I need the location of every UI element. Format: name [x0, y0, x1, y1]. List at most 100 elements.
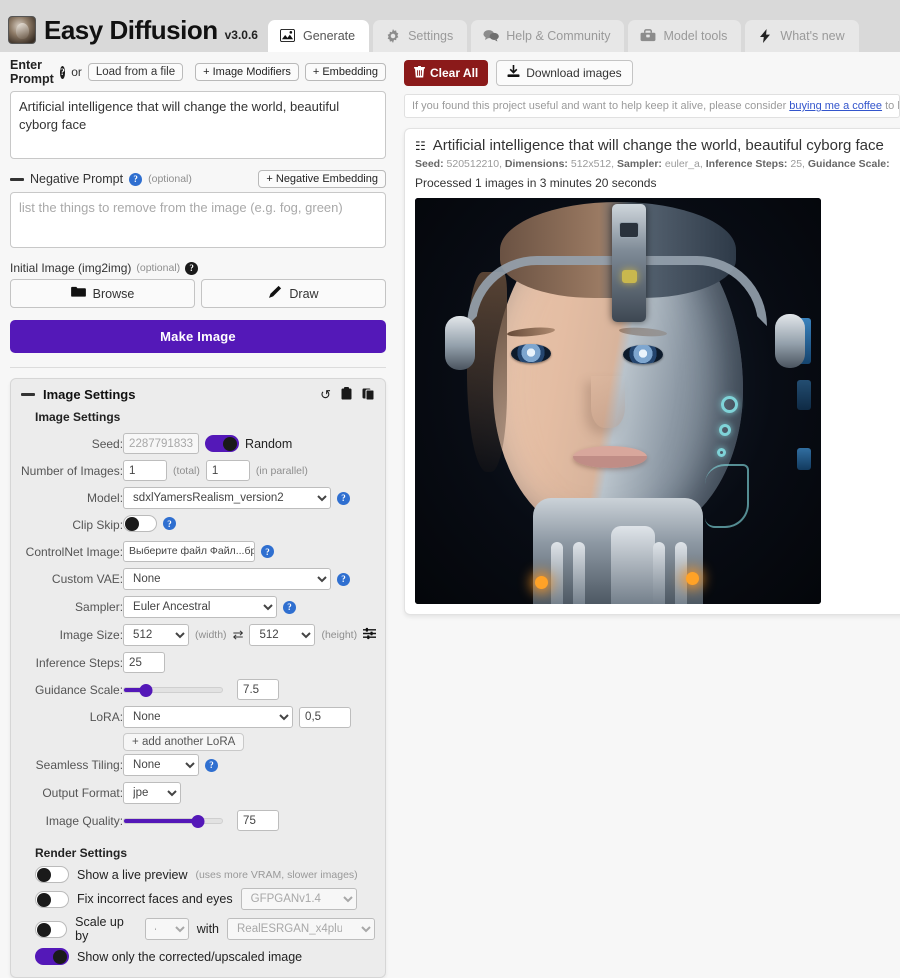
negative-prompt-label: Negative Prompt [30, 172, 123, 186]
reset-icon[interactable]: ↺ [320, 388, 331, 401]
tab-generate[interactable]: Generate [268, 20, 369, 52]
sampler-help-icon[interactable]: ? [283, 601, 296, 614]
result-status: Processed 1 images in 3 minutes 20 secon… [415, 176, 900, 190]
tab-help-community[interactable]: Help & Community [471, 20, 624, 52]
image-modifiers-button[interactable]: + Image Modifiers [195, 63, 299, 81]
model-select[interactable]: sdxlYamersRealism_version2 [123, 487, 331, 509]
lora-strength-input[interactable] [299, 707, 351, 728]
generated-cyborg-face-image[interactable] [415, 198, 821, 604]
initial-image-help-icon[interactable]: ? [185, 262, 198, 275]
num-images-parallel-suffix: (in parallel) [256, 465, 308, 477]
load-from-file-button[interactable]: Load from a file [88, 63, 183, 81]
custom-vae-select[interactable]: None [123, 568, 331, 590]
image-width-select[interactable]: 512 (*) [123, 624, 189, 646]
image-settings-actions: ↺ [320, 387, 375, 402]
clear-all-button[interactable]: Clear All [404, 60, 488, 86]
amber-glow-left [535, 576, 548, 589]
app-title: Easy Diffusion [44, 17, 218, 43]
divider [10, 367, 386, 368]
meta-dimensions-label: Dimensions: [505, 158, 568, 170]
inference-steps-row: Inference Steps: [21, 649, 376, 676]
swap-arrows-icon[interactable]: ⇄ [233, 627, 244, 643]
collapse-icon[interactable] [10, 178, 24, 181]
tab-settings[interactable]: Settings [373, 20, 467, 52]
browse-label: Browse [93, 287, 135, 301]
clip-skip-toggle[interactable] [123, 515, 157, 532]
sampler-select[interactable]: Euler Ancestral [123, 596, 277, 618]
guidance-scale-input[interactable] [237, 679, 279, 700]
buy-me-a-coffee-link[interactable]: buying me a coffee [789, 100, 882, 112]
controlnet-file-input[interactable]: Выберите файл Файл...бран [123, 541, 255, 562]
browse-button[interactable]: Browse [10, 279, 195, 308]
tab-model-tools-label: Model tools [663, 29, 727, 43]
pencil-icon [268, 285, 282, 302]
tab-help-label: Help & Community [506, 29, 610, 43]
negative-prompt-input[interactable] [10, 192, 386, 248]
forehead-metal-panel [612, 204, 646, 322]
image-quality-knob[interactable] [191, 815, 204, 828]
copy-icon[interactable] [362, 387, 375, 402]
fix-faces-toggle[interactable] [35, 891, 69, 908]
image-height-select[interactable]: 512 (*) [249, 624, 315, 646]
output-format-select[interactable]: jpeg [123, 782, 181, 804]
image-quality-track[interactable] [123, 818, 223, 824]
prompt-help-icon[interactable]: ? [60, 66, 65, 79]
show-corrected-toggle[interactable] [35, 948, 69, 965]
generated-image-wrapper [415, 198, 900, 604]
seamless-tiling-select[interactable]: None [123, 754, 199, 776]
add-another-lora-button[interactable]: + add another LoRA [123, 733, 244, 751]
custom-vae-help-icon[interactable]: ? [337, 573, 350, 586]
save-icon[interactable] [341, 387, 352, 402]
clip-skip-row: Clip Skip: ? [21, 512, 376, 538]
tab-model-tools[interactable]: Model tools [628, 20, 741, 52]
scale-up-model-select[interactable]: RealESRGAN_x4plus [227, 918, 375, 940]
guidance-scale-slider[interactable] [123, 687, 223, 693]
random-seed-label: Random [245, 437, 292, 451]
guidance-scale-knob[interactable] [139, 684, 152, 697]
scale-up-factor-select[interactable]: 4x [145, 918, 189, 940]
guidance-scale-track[interactable] [123, 687, 223, 693]
image-icon [280, 28, 296, 43]
make-image-button[interactable]: Make Image [10, 320, 386, 353]
clip-skip-help-icon[interactable]: ? [163, 517, 176, 530]
draw-button[interactable]: Draw [201, 279, 386, 308]
prompt-header: Enter Prompt ? or Load from a file + Ima… [10, 58, 386, 86]
tab-whats-new[interactable]: What's new [745, 20, 858, 52]
image-quality-slider[interactable] [123, 818, 223, 824]
negative-embedding-button[interactable]: + Negative Embedding [258, 170, 386, 188]
live-preview-toggle[interactable] [35, 866, 69, 883]
meta-sampler-value: euler_a [665, 158, 700, 170]
drag-grip-icon[interactable]: ☷ [415, 139, 425, 153]
num-images-parallel-input[interactable] [206, 460, 250, 481]
results-toolbar: Clear All Download images [404, 60, 900, 86]
number-of-images-row: Number of Images: (total) (in parallel) [21, 457, 376, 484]
seed-input[interactable] [123, 433, 199, 454]
embedding-button[interactable]: + Embedding [305, 63, 386, 81]
initial-image-header: Initial Image (img2img) (optional) ? [10, 261, 386, 275]
image-quality-input[interactable] [237, 810, 279, 831]
lora-select[interactable]: None [123, 706, 293, 728]
num-images-total-input[interactable] [123, 460, 167, 481]
negative-prompt-help-icon[interactable]: ? [129, 173, 142, 186]
inference-steps-input[interactable] [123, 652, 165, 673]
prompt-input[interactable] [10, 91, 386, 159]
clip-skip-label: Clip Skip: [21, 512, 123, 538]
tab-settings-label: Settings [408, 29, 453, 43]
custom-vae-row: Custom VAE: None ? [21, 565, 376, 593]
scale-up-row: Scale up by 4x with RealESRGAN_x4plus [35, 915, 375, 943]
guidance-scale-label: Guidance Scale: [21, 676, 123, 703]
scale-up-toggle[interactable] [35, 921, 67, 938]
sliders-icon[interactable] [363, 627, 376, 643]
controlnet-help-icon[interactable]: ? [261, 545, 274, 558]
main-layout: Enter Prompt ? or Load from a file + Ima… [0, 52, 900, 978]
random-seed-toggle[interactable] [205, 435, 239, 452]
seamless-tiling-help-icon[interactable]: ? [205, 759, 218, 772]
seed-label: Seed: [21, 430, 123, 457]
initial-image-label: Initial Image (img2img) [10, 261, 131, 275]
download-icon [507, 65, 520, 81]
earphone-right [775, 314, 805, 368]
collapse-icon[interactable] [21, 393, 35, 396]
model-help-icon[interactable]: ? [337, 492, 350, 505]
download-images-button[interactable]: Download images [496, 60, 632, 86]
seamless-tiling-label: Seamless Tiling: [21, 751, 123, 779]
